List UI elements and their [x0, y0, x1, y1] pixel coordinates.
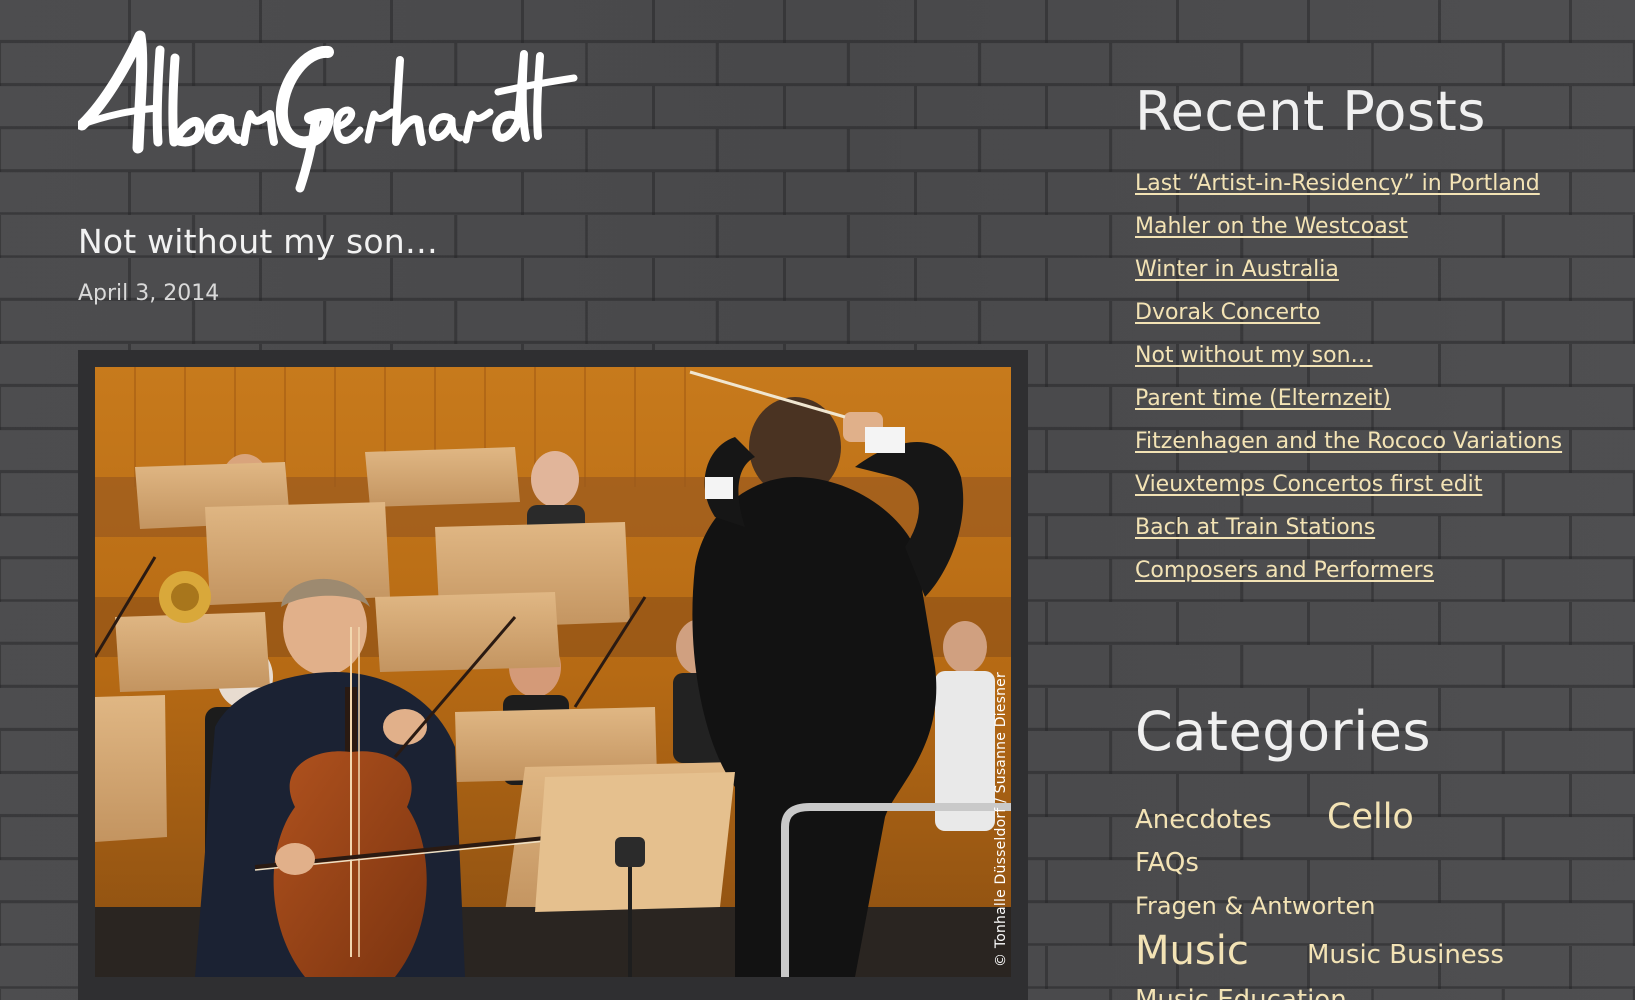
category-link-music[interactable]: Music	[1135, 928, 1249, 974]
category-link-fragen-antworten[interactable]: Fragen & Antworten	[1135, 892, 1375, 920]
site-logo[interactable]	[78, 30, 578, 200]
list-item: Winter in Australia	[1135, 255, 1615, 298]
recent-posts-list: Last “Artist-in-Residency” in Portland M…	[1135, 169, 1615, 599]
photo-credit: © Tonhalle Düsseldorf / Susanne Diesner	[993, 672, 1009, 967]
categories-title: Categories	[1135, 700, 1432, 763]
category-link-anecdotes[interactable]: Anecdotes	[1135, 805, 1272, 835]
list-item: Dvorak Concerto	[1135, 298, 1615, 341]
category-link-music-business[interactable]: Music Business	[1307, 940, 1504, 970]
recent-post-link[interactable]: Dvorak Concerto	[1135, 300, 1320, 325]
list-item: Mahler on the Westcoast	[1135, 212, 1615, 255]
recent-post-link[interactable]: Parent time (Elternzeit)	[1135, 386, 1391, 411]
recent-post-link[interactable]: Composers and Performers	[1135, 558, 1434, 583]
concert-photo	[95, 367, 1011, 977]
category-link-cello[interactable]: Cello	[1327, 797, 1414, 837]
recent-post-link[interactable]: Fitzenhagen and the Rococo Variations	[1135, 429, 1562, 454]
recent-post-link[interactable]: Winter in Australia	[1135, 257, 1339, 282]
category-link-faqs[interactable]: FAQs	[1135, 848, 1199, 878]
category-link-music-education[interactable]: Music Education	[1135, 985, 1347, 1000]
list-item: Bach at Train Stations	[1135, 513, 1615, 556]
logo-signature	[78, 30, 578, 193]
recent-post-link[interactable]: Bach at Train Stations	[1135, 515, 1375, 540]
post-date: April 3, 2014	[78, 281, 220, 306]
list-item: Composers and Performers	[1135, 556, 1615, 599]
recent-posts-title: Recent Posts	[1135, 80, 1486, 143]
list-item: Parent time (Elternzeit)	[1135, 384, 1615, 427]
featured-image-frame: © Tonhalle Düsseldorf / Susanne Diesner	[78, 350, 1028, 1000]
sidebar: Recent Posts Last “Artist-in-Residency” …	[1135, 80, 1615, 1000]
list-item: Not without my son…	[1135, 341, 1615, 384]
recent-post-link[interactable]: Mahler on the Westcoast	[1135, 214, 1408, 239]
list-item: Last “Artist-in-Residency” in Portland	[1135, 169, 1615, 212]
recent-post-link[interactable]: Vieuxtemps Concertos first edit	[1135, 472, 1482, 497]
featured-image[interactable]: © Tonhalle Düsseldorf / Susanne Diesner	[95, 367, 1011, 977]
recent-post-link[interactable]: Last “Artist-in-Residency” in Portland	[1135, 171, 1540, 196]
post-title: Not without my son…	[78, 222, 439, 261]
list-item: Fitzenhagen and the Rococo Variations	[1135, 427, 1615, 470]
recent-post-link[interactable]: Not without my son…	[1135, 343, 1373, 368]
list-item: Vieuxtemps Concertos first edit	[1135, 470, 1615, 513]
